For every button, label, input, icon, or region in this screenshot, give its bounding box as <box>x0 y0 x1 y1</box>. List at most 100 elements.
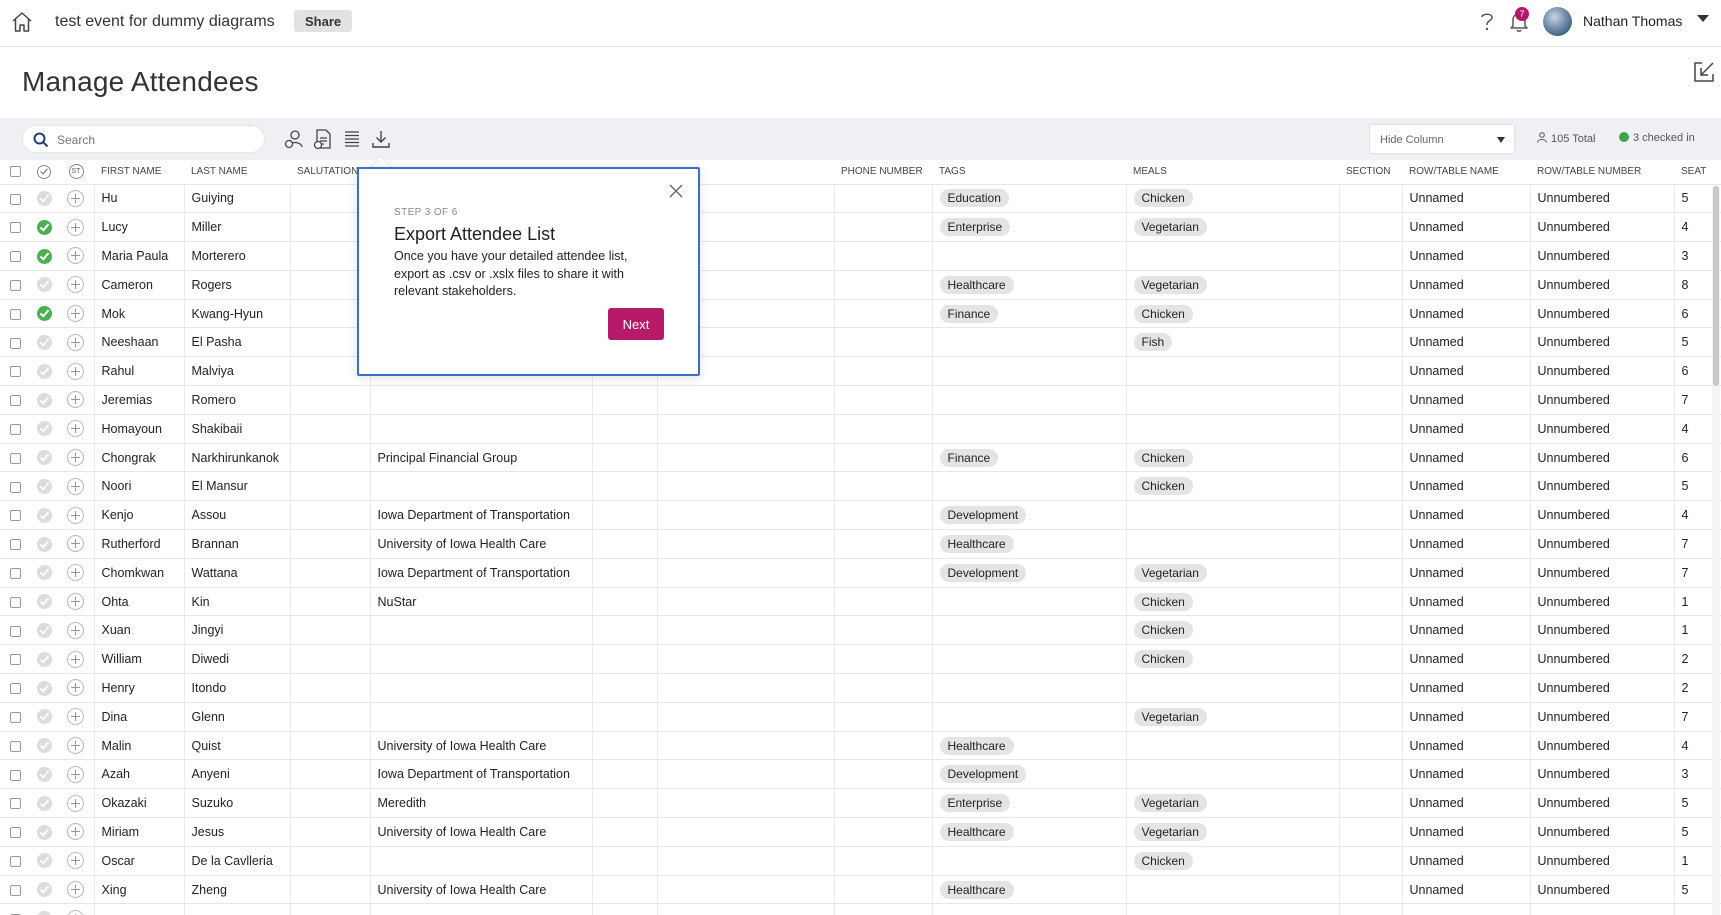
check-in-icon[interactable] <box>36 334 52 350</box>
export-file-icon[interactable] <box>312 128 334 150</box>
meals-cell[interactable] <box>1126 385 1340 415</box>
section-cell[interactable] <box>1339 270 1403 300</box>
plus-icon[interactable] <box>67 765 85 783</box>
check-in-cell[interactable] <box>30 500 58 531</box>
company-cell[interactable] <box>370 471 593 502</box>
check-in-cell[interactable] <box>30 558 58 588</box>
plus-icon[interactable] <box>67 621 85 639</box>
check-in-cell[interactable] <box>30 212 58 243</box>
company-cell[interactable] <box>370 903 593 915</box>
plus-icon[interactable] <box>67 794 85 812</box>
check-in-cell[interactable] <box>30 788 58 819</box>
section-cell[interactable] <box>1339 356 1403 387</box>
company-cell[interactable] <box>370 414 593 444</box>
row-table-name-cell[interactable]: Unnamed <box>1402 241 1531 271</box>
add-cell[interactable] <box>58 184 95 214</box>
check-in-icon[interactable] <box>36 363 52 379</box>
tags-cell[interactable]: Healthcare <box>932 875 1127 905</box>
section-cell[interactable] <box>1339 817 1403 847</box>
row-table-number-cell[interactable]: Unnumbered <box>1530 212 1675 243</box>
row-table-number-cell[interactable]: Unnumbered <box>1530 241 1675 271</box>
phone-cell[interactable] <box>834 846 933 876</box>
last-name-cell[interactable]: Brannan <box>184 529 291 559</box>
section-cell[interactable] <box>1339 702 1403 732</box>
salutation-cell[interactable] <box>290 587 371 617</box>
table-row[interactable]: Maria Paula Morterero Unnamed Unnumbered 3 <box>0 241 1721 271</box>
salutation-cell[interactable] <box>290 788 371 819</box>
first-name-cell[interactable]: Dina <box>94 702 185 732</box>
add-cell[interactable] <box>58 875 95 905</box>
table-row[interactable]: Henry Itondo Unnamed Unnumbered 2 <box>0 673 1721 703</box>
check-in-icon[interactable] <box>36 392 52 408</box>
expand-icon[interactable] <box>1692 60 1716 84</box>
check-in-cell[interactable] <box>30 270 58 300</box>
add-cell[interactable] <box>58 529 95 559</box>
phone-cell[interactable] <box>834 587 933 617</box>
section-cell[interactable] <box>1339 875 1403 905</box>
row-select-cell[interactable] <box>0 615 30 646</box>
check-in-cell[interactable] <box>30 299 58 329</box>
section-cell[interactable] <box>1339 731 1403 761</box>
check-in-cell[interactable] <box>30 385 58 415</box>
plus-icon[interactable] <box>67 708 85 726</box>
company-cell[interactable]: NuStar <box>370 587 593 617</box>
row-table-name-cell[interactable] <box>1402 903 1531 915</box>
tags-cell[interactable] <box>932 702 1127 732</box>
tags-cell[interactable] <box>932 241 1127 271</box>
phone-cell[interactable] <box>834 875 933 905</box>
salutation-cell[interactable] <box>290 615 371 646</box>
row-select-cell[interactable] <box>0 184 30 214</box>
empty-cell[interactable] <box>592 846 658 876</box>
check-in-cell[interactable] <box>30 702 58 732</box>
add-cell[interactable] <box>58 471 95 502</box>
row-table-name-cell[interactable]: Unnamed <box>1402 875 1531 905</box>
row-checkbox[interactable] <box>9 222 21 234</box>
plus-icon[interactable] <box>67 909 85 915</box>
check-in-icon[interactable] <box>36 478 52 494</box>
first-name-cell[interactable]: William <box>94 644 185 675</box>
empty-cell[interactable] <box>657 903 835 915</box>
salutation-cell[interactable] <box>290 385 371 415</box>
check-in-icon[interactable] <box>36 910 52 915</box>
empty-cell[interactable] <box>657 615 835 646</box>
last-name-cell[interactable]: Rogers <box>184 270 291 300</box>
tags-cell[interactable]: Healthcare <box>932 731 1127 761</box>
row-table-name-cell[interactable]: Unnamed <box>1402 846 1531 876</box>
column-header[interactable]: Seat <box>1674 160 1721 185</box>
row-table-name-cell[interactable]: Unnamed <box>1402 385 1531 415</box>
row-checkbox[interactable] <box>9 711 21 723</box>
empty-cell[interactable] <box>657 587 835 617</box>
phone-cell[interactable] <box>834 241 933 271</box>
last-name-cell[interactable]: El Pasha <box>184 327 291 358</box>
column-header[interactable]: Tags <box>932 160 1126 185</box>
section-cell[interactable] <box>1339 903 1403 915</box>
row-table-number-cell[interactable]: Unnumbered <box>1530 673 1675 703</box>
company-cell[interactable]: University of Iowa Health Care <box>370 875 593 905</box>
download-icon[interactable] <box>370 128 392 150</box>
row-table-number-cell[interactable]: Unnumbered <box>1530 644 1675 675</box>
check-in-cell[interactable] <box>30 875 58 905</box>
phone-cell[interactable] <box>834 615 933 646</box>
plus-icon[interactable] <box>67 218 85 236</box>
table-row[interactable]: Noori El Mansur Chicken Unnamed Unnumbered 5 <box>0 471 1721 502</box>
last-name-cell[interactable]: Anyeni <box>184 759 291 790</box>
add-cell[interactable] <box>58 212 95 243</box>
empty-cell[interactable] <box>592 702 658 732</box>
row-table-name-cell[interactable]: Unnamed <box>1402 759 1531 790</box>
row-select-cell[interactable] <box>0 587 30 617</box>
add-cell[interactable] <box>58 702 95 732</box>
row-checkbox[interactable] <box>9 798 21 810</box>
row-checkbox[interactable] <box>9 308 21 320</box>
row-checkbox[interactable] <box>9 827 21 839</box>
check-in-cell[interactable] <box>30 587 58 617</box>
row-checkbox[interactable] <box>9 510 21 522</box>
meals-cell[interactable]: Chicken <box>1126 443 1340 473</box>
check-in-icon[interactable] <box>36 651 52 667</box>
empty-cell[interactable] <box>657 788 835 819</box>
phone-cell[interactable] <box>834 212 933 243</box>
table-row[interactable]: William Diwedi Chicken Unnamed Unnumbered 2 <box>0 644 1721 675</box>
row-select-cell[interactable] <box>0 673 30 703</box>
company-cell[interactable] <box>370 673 593 703</box>
row-select-cell[interactable] <box>0 356 30 387</box>
check-in-cell[interactable] <box>30 759 58 790</box>
